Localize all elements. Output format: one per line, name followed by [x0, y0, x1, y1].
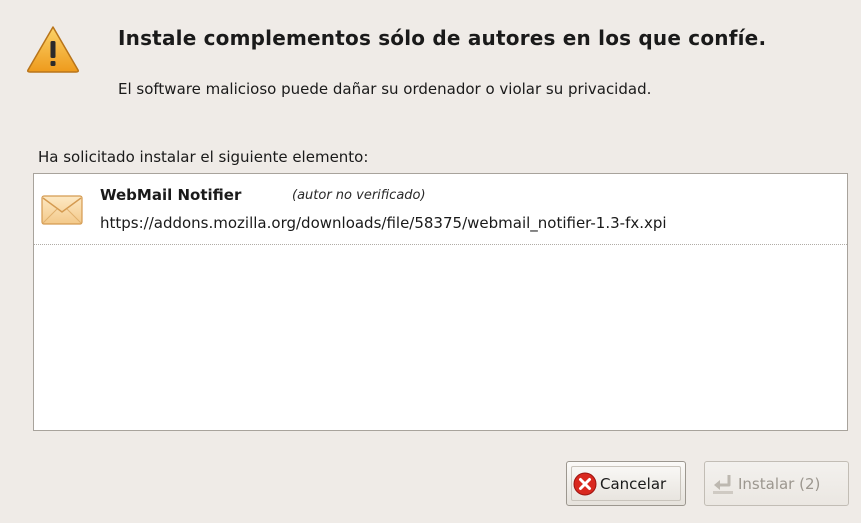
dialog-headline: Instale complementos sólo de autores en …: [118, 26, 767, 50]
addon-verification-status: (autor no verificado): [292, 188, 426, 203]
warning-triangle-icon: [27, 26, 79, 73]
addon-name: WebMail Notifier: [100, 186, 242, 204]
envelope-icon: [41, 195, 83, 225]
install-button[interactable]: Instalar (2): [704, 461, 849, 506]
dialog-warning-text: El software malicioso puede dañar su ord…: [118, 80, 652, 98]
install-arrow-icon: [713, 474, 733, 494]
cancel-button-label: Cancelar: [600, 474, 667, 493]
cancel-x-icon: [573, 472, 597, 495]
addon-list-item[interactable]: WebMail Notifier (autor no verificado) h…: [34, 174, 847, 245]
request-label: Ha solicitado instalar el siguiente elem…: [38, 148, 369, 166]
install-button-label: Instalar (2): [738, 474, 821, 493]
cancel-button[interactable]: Cancelar: [566, 461, 686, 506]
addon-url: https://addons.mozilla.org/downloads/fil…: [100, 214, 667, 232]
addon-list[interactable]: WebMail Notifier (autor no verificado) h…: [33, 173, 848, 431]
